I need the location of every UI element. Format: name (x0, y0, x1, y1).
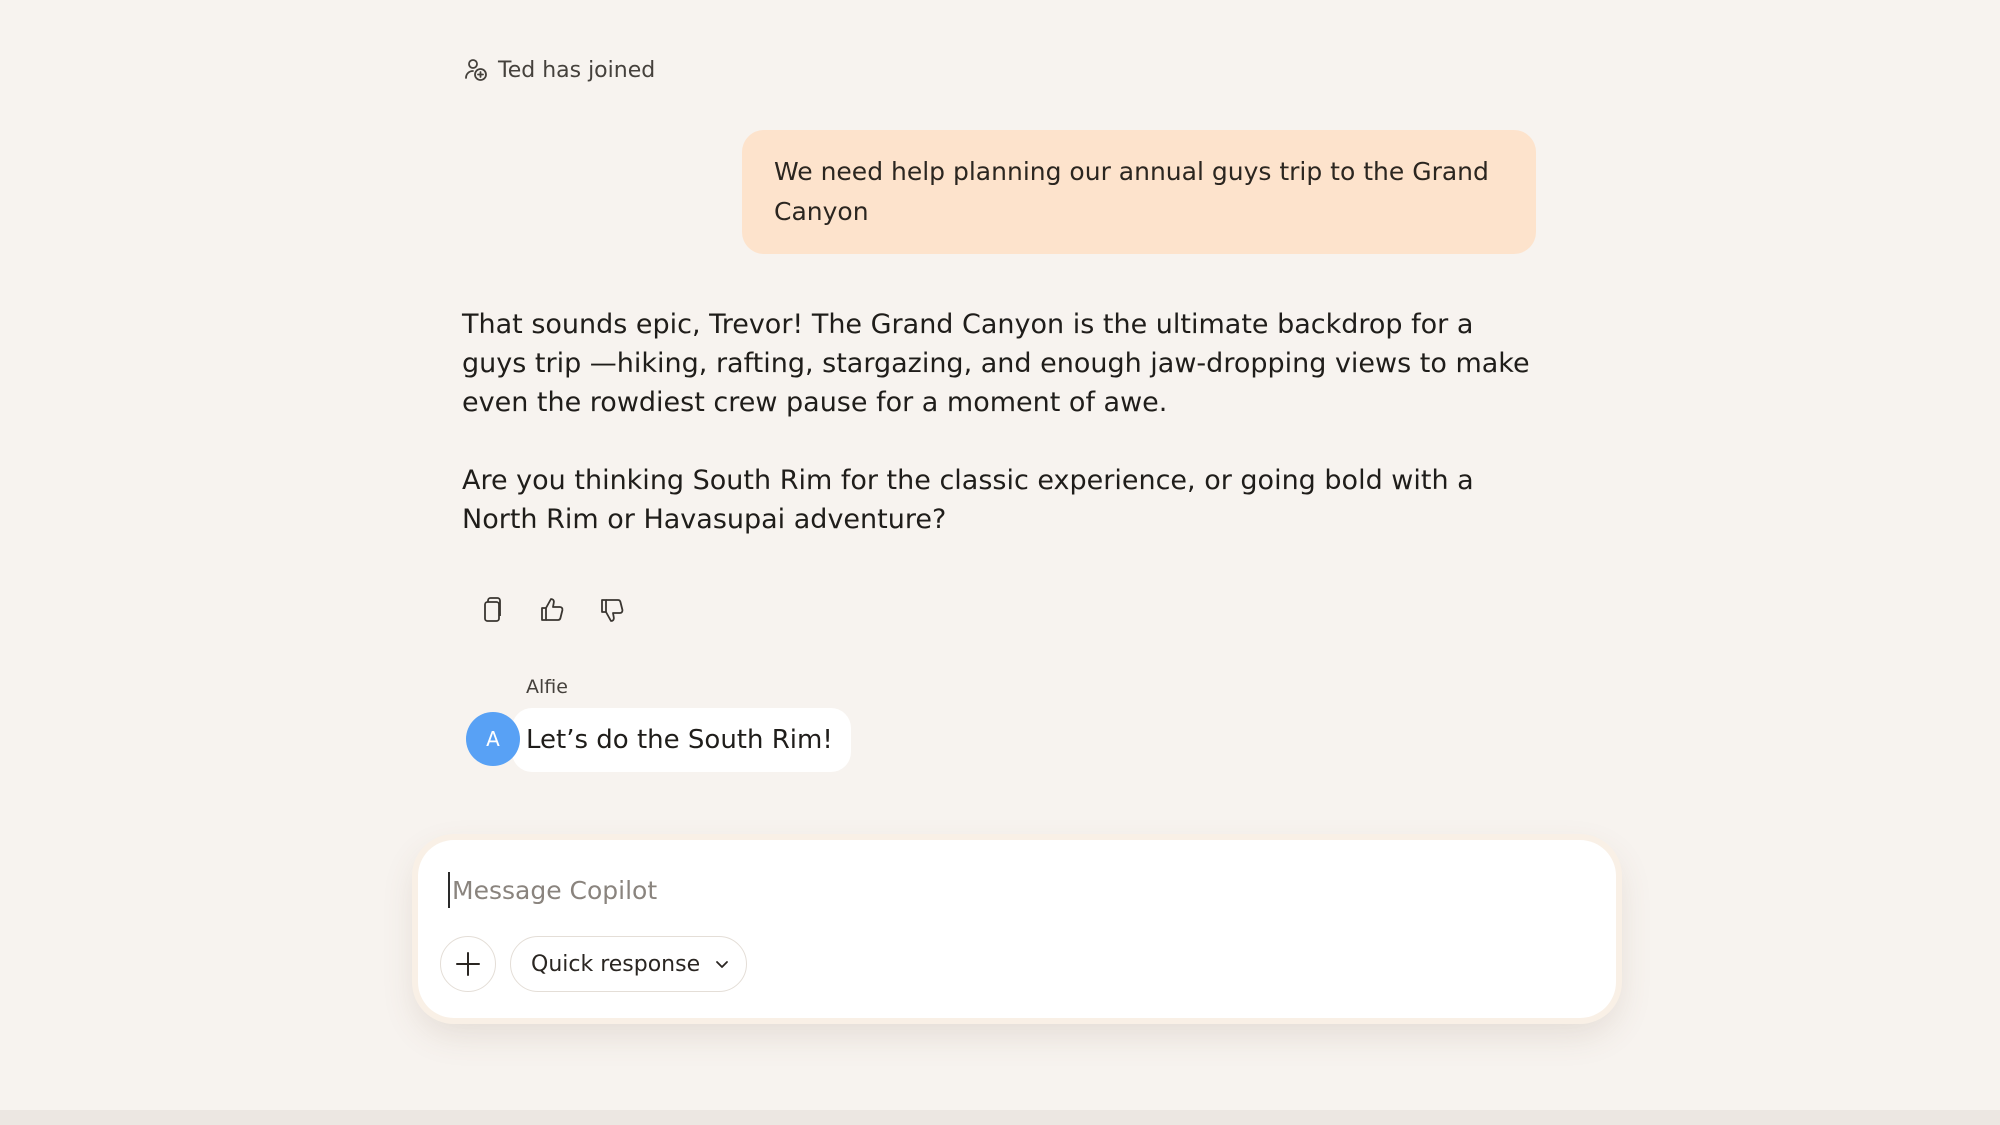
response-mode-label: Quick response (531, 951, 701, 977)
copy-icon[interactable] (472, 588, 512, 632)
join-notice: Ted has joined (462, 50, 655, 90)
assistant-message: That sounds epic, Trevor! The Grand Cany… (462, 305, 1542, 578)
assistant-paragraph: Are you thinking South Rim for the class… (462, 465, 1474, 535)
join-notice-text: Ted has joined (498, 57, 656, 83)
assistant-paragraph: That sounds epic, Trevor! The Grand Cany… (462, 309, 1530, 418)
user-message-bubble: We need help planning our annual guys tr… (742, 130, 1536, 254)
peer-sender-name: Alfie (526, 676, 568, 698)
message-actions (472, 588, 632, 632)
plus-icon (456, 952, 480, 976)
chevron-down-icon (716, 961, 729, 968)
chat-page: Ted has joined We need help planning our… (0, 0, 2000, 1125)
bottom-divider (0, 1110, 2000, 1125)
avatar-initial: A (486, 727, 500, 751)
add-button[interactable] (440, 936, 496, 992)
thumbs-down-icon[interactable] (592, 588, 632, 632)
message-composer: Quick response (418, 840, 1616, 1018)
peer-message-text: Let’s do the South Rim! (526, 725, 833, 755)
avatar: A (466, 712, 520, 766)
person-add-icon (462, 56, 490, 84)
peer-message-bubble: Let’s do the South Rim! (512, 708, 851, 772)
thumbs-up-icon[interactable] (532, 588, 572, 632)
message-input[interactable] (448, 872, 1592, 908)
response-mode-dropdown[interactable]: Quick response (510, 936, 748, 992)
